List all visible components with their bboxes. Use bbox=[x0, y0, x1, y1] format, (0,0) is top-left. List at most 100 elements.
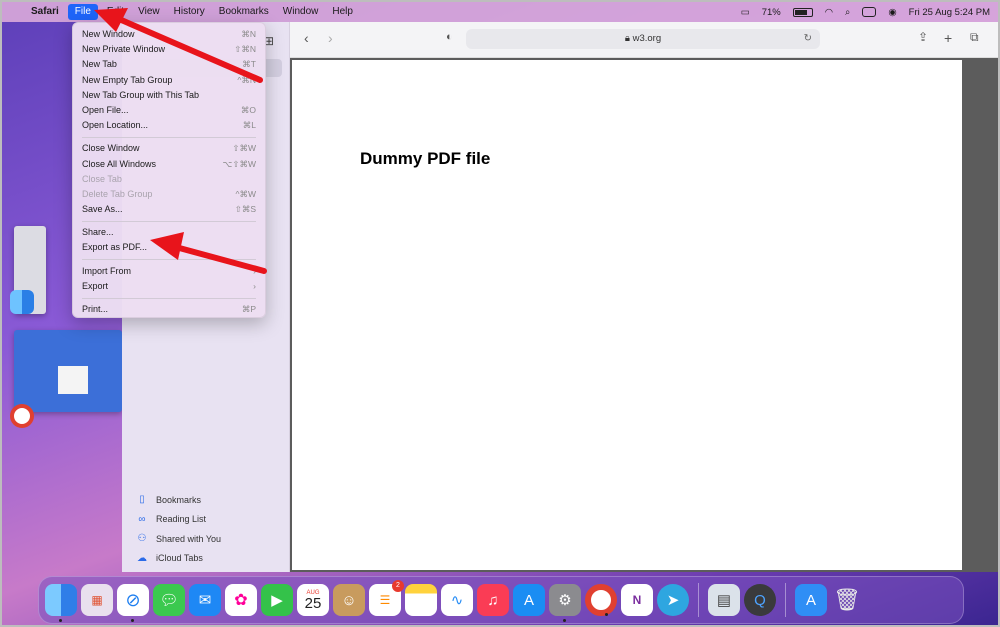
menu-item-import-from[interactable]: Import From › bbox=[73, 264, 265, 279]
dock-safari-icon[interactable]: ⊘ bbox=[117, 584, 149, 622]
menu-item-shortcut: ^⌘W bbox=[235, 188, 256, 199]
menu-bookmarks[interactable]: Bookmarks bbox=[212, 2, 276, 22]
menu-item-label: Print... bbox=[82, 304, 109, 314]
menu-item-label: Export as PDF... bbox=[82, 242, 148, 253]
menu-item-shortcut: ⌘N bbox=[241, 29, 256, 39]
menu-item-new-window[interactable]: New Window ⌘N bbox=[73, 27, 265, 42]
sidebar-item-label: Shared with You bbox=[156, 533, 222, 544]
menu-item-new-tab-group-with-this-tab[interactable]: New Tab Group with This Tab bbox=[73, 88, 265, 103]
dock-chrome-icon[interactable] bbox=[585, 584, 617, 616]
share-icon[interactable]: ⇪ bbox=[918, 30, 928, 44]
dock-preview-icon[interactable]: ▤ bbox=[708, 584, 740, 616]
dock-calendar-icon[interactable]: AUG 25 bbox=[297, 584, 329, 616]
menu-item-label: Export bbox=[82, 280, 109, 291]
menu-edit[interactable]: Edit bbox=[100, 2, 131, 22]
sidebar-item-label: Reading List bbox=[156, 514, 207, 525]
dock-messages-icon[interactable]: 💬︎ bbox=[153, 584, 185, 616]
people-icon: ⚇ bbox=[137, 533, 147, 545]
menu-item-new-private-window[interactable]: New Private Window ⇧⌘N bbox=[73, 42, 265, 57]
menu-item-label: Open File... bbox=[82, 104, 129, 115]
menu-file[interactable]: File bbox=[67, 4, 98, 20]
control-center-icon[interactable] bbox=[862, 7, 877, 17]
menu-item-label: New Empty Tab Group bbox=[82, 74, 173, 85]
menu-help[interactable]: Help bbox=[325, 2, 360, 22]
menu-item-print[interactable]: Print... ⌘P bbox=[73, 302, 265, 317]
menu-item-save-as[interactable]: Save As... ⇧⌘S bbox=[73, 202, 265, 217]
menu-item-close-all-windows[interactable]: Close All Windows ⌥⇧⌘W bbox=[73, 157, 265, 172]
menu-item-shortcut: ⌘L bbox=[242, 120, 256, 131]
content-area: Dummy PDF file bbox=[290, 58, 998, 572]
menu-item-label: Close Tab bbox=[82, 173, 122, 184]
cloud-icon: ☁ bbox=[137, 552, 147, 564]
dock-notes-icon[interactable] bbox=[405, 584, 437, 616]
menu-item-label: Close All Windows bbox=[82, 158, 157, 169]
menu-separator bbox=[82, 220, 256, 222]
menu-item-label: Close Window bbox=[82, 143, 140, 154]
privacy-shield-icon[interactable]: ◐ bbox=[446, 31, 453, 43]
menu-separator bbox=[82, 297, 256, 299]
dock-mail-icon[interactable]: ✉ bbox=[189, 584, 221, 616]
dock-finder-icon[interactable] bbox=[45, 584, 77, 622]
stage-thumbnail-chrome[interactable] bbox=[14, 330, 122, 412]
menu-item-label: New Window bbox=[82, 29, 135, 39]
siri-icon[interactable]: ◉ bbox=[888, 7, 896, 18]
sidebar-item-reading-list[interactable]: ∞ Reading List bbox=[136, 510, 221, 530]
menu-history[interactable]: History bbox=[167, 2, 212, 22]
menu-item-share[interactable]: Share... bbox=[73, 225, 265, 240]
menu-item-new-tab[interactable]: New Tab ⌘T bbox=[73, 57, 265, 72]
submenu-chevron-icon: › bbox=[253, 265, 256, 276]
dock-launchpad-icon[interactable]: ▦ bbox=[81, 584, 113, 616]
toolbar: ‹ › ◐ 🔒︎ w3.org ↻ ⇪ + ⧉ bbox=[290, 22, 998, 58]
dock-facetime-icon[interactable]: ▶ bbox=[261, 584, 293, 616]
menu-item-close-window[interactable]: Close Window ⇧⌘W bbox=[73, 141, 265, 156]
dock-freeform-icon[interactable]: ∿ bbox=[441, 584, 473, 616]
sidebar-item-label: iCloud Tabs bbox=[156, 553, 203, 564]
address-bar[interactable]: 🔒︎ w3.org ↻ bbox=[466, 29, 820, 49]
dock-photos-icon[interactable]: ✿ bbox=[225, 584, 257, 616]
dock-music-icon[interactable]: ♫ bbox=[477, 584, 509, 616]
menu-item-open-location[interactable]: Open Location... ⌘L bbox=[73, 118, 265, 133]
dock-app-store-icon[interactable]: A bbox=[513, 584, 545, 616]
menu-separator bbox=[82, 136, 256, 138]
dock-telegram-icon[interactable]: ➤ bbox=[657, 584, 689, 616]
menu-item-close-tab: Close Tab bbox=[73, 172, 265, 187]
dock-separator bbox=[785, 583, 786, 617]
menu-item-export-as-pdf[interactable]: Export as PDF... bbox=[73, 240, 265, 255]
menu-view[interactable]: View bbox=[131, 2, 167, 22]
battery-percent: 71% bbox=[761, 6, 781, 18]
dock-onenote-icon[interactable]: N bbox=[621, 584, 653, 616]
reload-icon[interactable]: ↻ bbox=[804, 29, 812, 49]
menu-item-open-file[interactable]: Open File... ⌘O bbox=[73, 103, 265, 118]
search-icon[interactable]: ⌕ bbox=[845, 7, 850, 18]
sidebar-item-bookmarks[interactable]: ▯ Bookmarks bbox=[136, 490, 221, 510]
menu-window[interactable]: Window bbox=[276, 2, 326, 22]
menu-item-new-empty-tab-group[interactable]: New Empty Tab Group ^⌘N bbox=[73, 73, 265, 88]
new-tab-icon[interactable]: + bbox=[944, 30, 952, 46]
apple-menu-icon[interactable] bbox=[2, 2, 24, 22]
sidebar-item-shared-with-you[interactable]: ⚇ Shared with You bbox=[136, 529, 222, 549]
menu-item-export[interactable]: Export › bbox=[73, 279, 265, 294]
chrome-icon bbox=[10, 404, 34, 428]
dock-system-settings-icon[interactable]: ⚙ bbox=[549, 584, 581, 622]
back-icon[interactable]: ‹ bbox=[304, 30, 309, 46]
dock-trash-icon[interactable]: 🗑︎ bbox=[831, 584, 863, 616]
reminders-badge: 2 bbox=[392, 580, 404, 592]
tab-overview-icon[interactable]: ⧉ bbox=[970, 30, 979, 45]
wifi-icon[interactable]: ◠ bbox=[825, 7, 833, 18]
lock-icon: 🔒︎ bbox=[624, 33, 630, 44]
stage-manager-icon[interactable]: ▭ bbox=[741, 7, 750, 18]
submenu-chevron-icon: › bbox=[253, 280, 256, 291]
menu-safari[interactable]: Safari bbox=[24, 2, 66, 22]
bookmark-icon: ▯ bbox=[139, 494, 145, 506]
menu-item-label: Share... bbox=[82, 227, 114, 238]
menu-item-shortcut: ^⌘N bbox=[237, 74, 256, 85]
dock-downloads-icon[interactable]: A bbox=[795, 584, 827, 616]
menu-item-label: Delete Tab Group bbox=[82, 188, 153, 199]
dock-quicktime-icon[interactable]: Q bbox=[744, 584, 776, 616]
clock[interactable]: Fri 25 Aug 5:24 PM bbox=[909, 7, 990, 18]
dock-contacts-icon[interactable]: ☺ bbox=[333, 584, 365, 616]
battery-icon[interactable] bbox=[792, 7, 813, 17]
forward-icon[interactable]: › bbox=[328, 30, 333, 46]
dock-reminders-icon[interactable]: ☰ 2 bbox=[369, 580, 404, 616]
sidebar-item-icloud-tabs[interactable]: ☁ iCloud Tabs bbox=[136, 549, 221, 569]
